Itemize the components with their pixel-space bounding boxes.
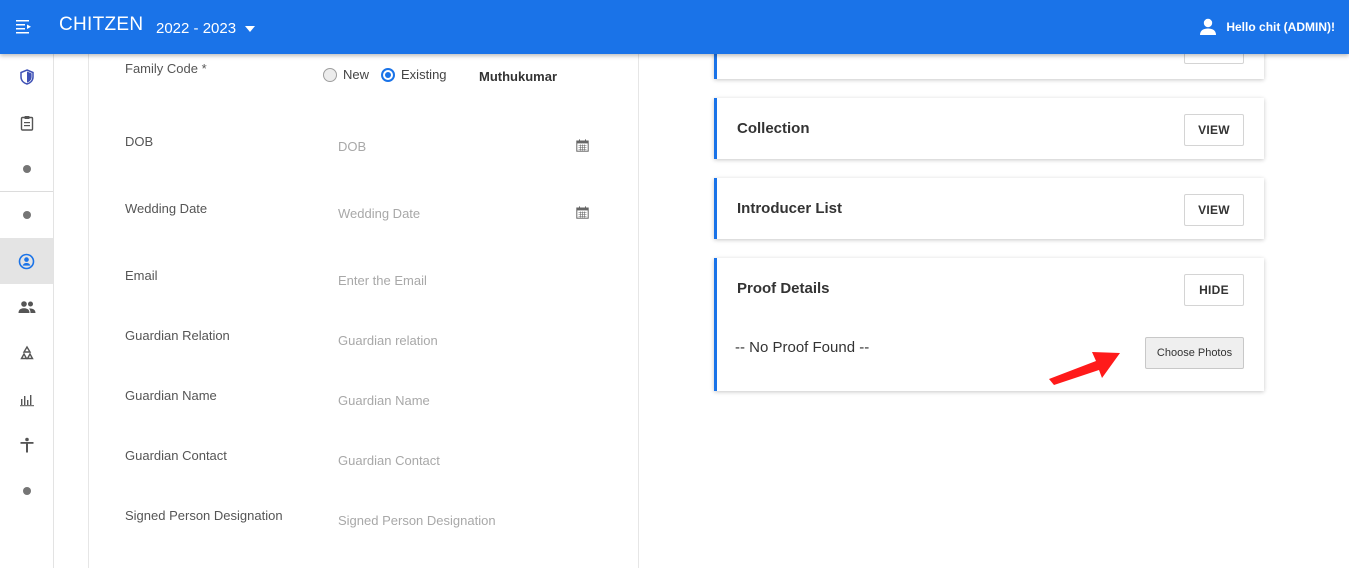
- introducer-list-view-button[interactable]: VIEW: [1184, 194, 1244, 226]
- dot-icon: [22, 487, 31, 495]
- sidebar-nav: [0, 54, 54, 568]
- introducer-list-title: Introducer List: [737, 200, 843, 217]
- no-proof-text: -- No Proof Found --: [735, 339, 870, 356]
- calendar-icon[interactable]: [576, 206, 589, 224]
- app-brand: CHITZEN: [59, 14, 144, 35]
- chevron-down-icon: [245, 25, 256, 32]
- guardian-contact-input[interactable]: [338, 449, 594, 471]
- sidebar-item-customer[interactable]: [0, 238, 53, 284]
- financial-year-value: 2022 - 2023: [156, 19, 237, 37]
- recycle-icon: [19, 345, 34, 360]
- guardian-contact-label: Guardian Contact: [125, 448, 227, 463]
- radio-existing-label: Existing: [401, 67, 447, 82]
- family-code-value: Muthukumar: [479, 69, 557, 84]
- user-menu[interactable]: Hello chit (ADMIN)!: [1198, 17, 1335, 37]
- card-proof-details: Proof Details HIDE -- No Proof Found -- …: [714, 258, 1264, 391]
- email-label: Email: [125, 268, 158, 283]
- wedding-date-label: Wedding Date: [125, 201, 208, 216]
- clipboard-icon: [20, 116, 33, 131]
- proof-details-hide-button[interactable]: HIDE: [1184, 274, 1244, 306]
- guardian-name-label: Guardian Name: [125, 388, 217, 403]
- accessibility-icon: [20, 437, 33, 453]
- user-greeting: Hello chit (ADMIN)!: [1226, 20, 1335, 34]
- account-circle-icon: [18, 253, 35, 269]
- radio-existing-button[interactable]: [381, 67, 396, 82]
- people-icon: [18, 301, 35, 313]
- guardian-relation-label: Guardian Relation: [125, 328, 230, 343]
- collection-view-button[interactable]: VIEW: [1184, 114, 1244, 146]
- choose-photos-button[interactable]: Choose Photos: [1145, 337, 1244, 369]
- signed-person-designation-label: Signed Person Designation: [125, 508, 283, 523]
- shield-icon: [19, 69, 34, 85]
- sidebar-item-analytics[interactable]: [0, 376, 53, 422]
- sidebar-item-members[interactable]: [0, 284, 53, 330]
- sidebar-item-accessibility[interactable]: [0, 422, 53, 468]
- customer-form: Family Code * New Existing Muthukumar DO…: [88, 54, 639, 568]
- email-input[interactable]: [338, 269, 594, 291]
- bar-chart-icon: [19, 395, 34, 407]
- radio-new-button[interactable]: [323, 67, 337, 82]
- financial-year-select[interactable]: 2022 - 2023: [156, 18, 256, 38]
- guardian-relation-input[interactable]: [338, 329, 594, 351]
- family-code-radio-group: New Existing: [323, 67, 459, 82]
- radio-new[interactable]: New: [323, 67, 369, 82]
- sidebar-item-recycle[interactable]: [0, 330, 53, 376]
- person-icon: [1200, 18, 1217, 35]
- dob-input[interactable]: [338, 135, 594, 157]
- dob-label: DOB: [125, 134, 154, 149]
- family-code-label: Family Code *: [125, 61, 207, 76]
- sidebar-item-4[interactable]: [0, 192, 53, 238]
- radio-existing[interactable]: Existing: [381, 67, 447, 82]
- sidebar-item-reports[interactable]: [0, 100, 53, 146]
- dot-icon: [22, 211, 31, 219]
- menu-toggle-icon[interactable]: [14, 17, 34, 37]
- guardian-name-input[interactable]: [338, 389, 594, 411]
- card-introducer-list: Introducer List VIEW: [714, 178, 1264, 239]
- radio-new-label: New: [343, 67, 370, 82]
- sidebar-item-3[interactable]: [0, 146, 53, 192]
- wedding-date-input[interactable]: [338, 202, 594, 224]
- calendar-icon[interactable]: [576, 139, 589, 157]
- collection-title: Collection: [737, 120, 810, 137]
- sidebar-item-security[interactable]: [0, 54, 53, 100]
- proof-details-title: Proof Details: [737, 280, 830, 297]
- sidebar-item-10[interactable]: [0, 468, 53, 514]
- annotation-arrow-icon: [1049, 352, 1120, 385]
- signed-person-designation-input[interactable]: [338, 509, 594, 531]
- top-app-bar: CHITZEN 2022 - 2023 Hello chit (ADMIN)!: [0, 0, 1349, 54]
- card-collection: Collection VIEW: [714, 98, 1264, 159]
- dot-icon: [22, 165, 31, 173]
